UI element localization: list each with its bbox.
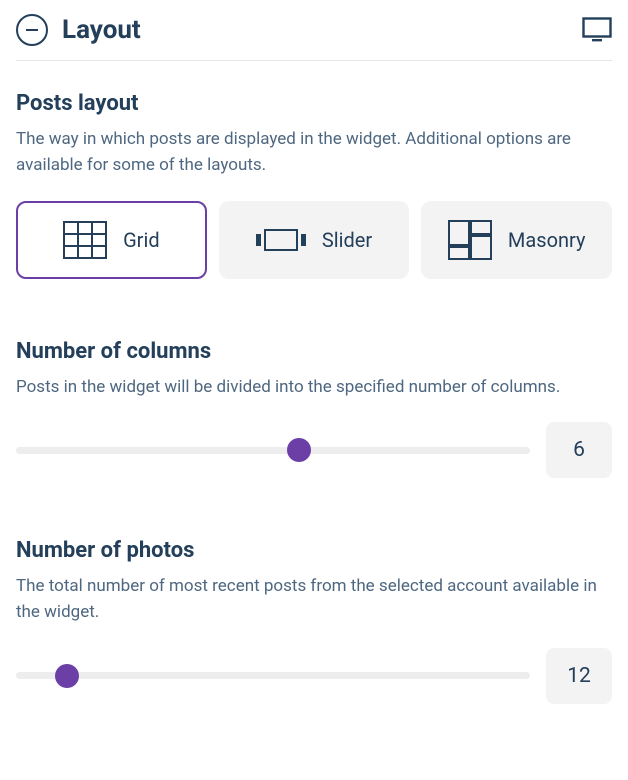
photos-slider-row: 12 — [16, 648, 612, 704]
grid-icon — [63, 221, 107, 259]
page-title: Layout — [62, 15, 141, 45]
photos-slider-thumb[interactable] — [55, 664, 79, 688]
collapse-button[interactable] — [16, 14, 48, 46]
layout-option-grid[interactable]: Grid — [16, 201, 207, 279]
columns-slider[interactable] — [16, 447, 530, 454]
photos-desc: The total number of most recent posts fr… — [16, 573, 612, 626]
masonry-icon — [448, 220, 492, 260]
columns-section: Number of columns Posts in the widget wi… — [16, 279, 612, 478]
slider-icon — [256, 229, 306, 251]
posts-layout-section: Posts layout The way in which posts are … — [16, 61, 612, 279]
header-left: Layout — [16, 14, 141, 46]
layout-option-masonry[interactable]: Masonry — [421, 201, 612, 279]
layout-options: Grid Slider Masonry — [16, 201, 612, 279]
photos-section: Number of photos The total number of mos… — [16, 478, 612, 704]
desktop-preview-icon[interactable] — [582, 18, 612, 42]
photos-title: Number of photos — [16, 538, 612, 563]
layout-option-slider[interactable]: Slider — [219, 201, 410, 279]
posts-layout-title: Posts layout — [16, 91, 612, 116]
header: Layout — [16, 6, 612, 61]
posts-layout-desc: The way in which posts are displayed in … — [16, 126, 612, 179]
layout-option-label: Masonry — [508, 228, 586, 252]
photos-slider[interactable] — [16, 672, 530, 679]
columns-value[interactable]: 6 — [546, 422, 612, 478]
layout-option-label: Grid — [123, 228, 160, 252]
columns-desc: Posts in the widget will be divided into… — [16, 374, 612, 400]
columns-slider-row: 6 — [16, 422, 612, 478]
minus-icon — [26, 29, 38, 31]
layout-option-label: Slider — [322, 228, 372, 252]
photos-value[interactable]: 12 — [546, 648, 612, 704]
columns-title: Number of columns — [16, 339, 612, 364]
columns-slider-thumb[interactable] — [287, 438, 311, 462]
